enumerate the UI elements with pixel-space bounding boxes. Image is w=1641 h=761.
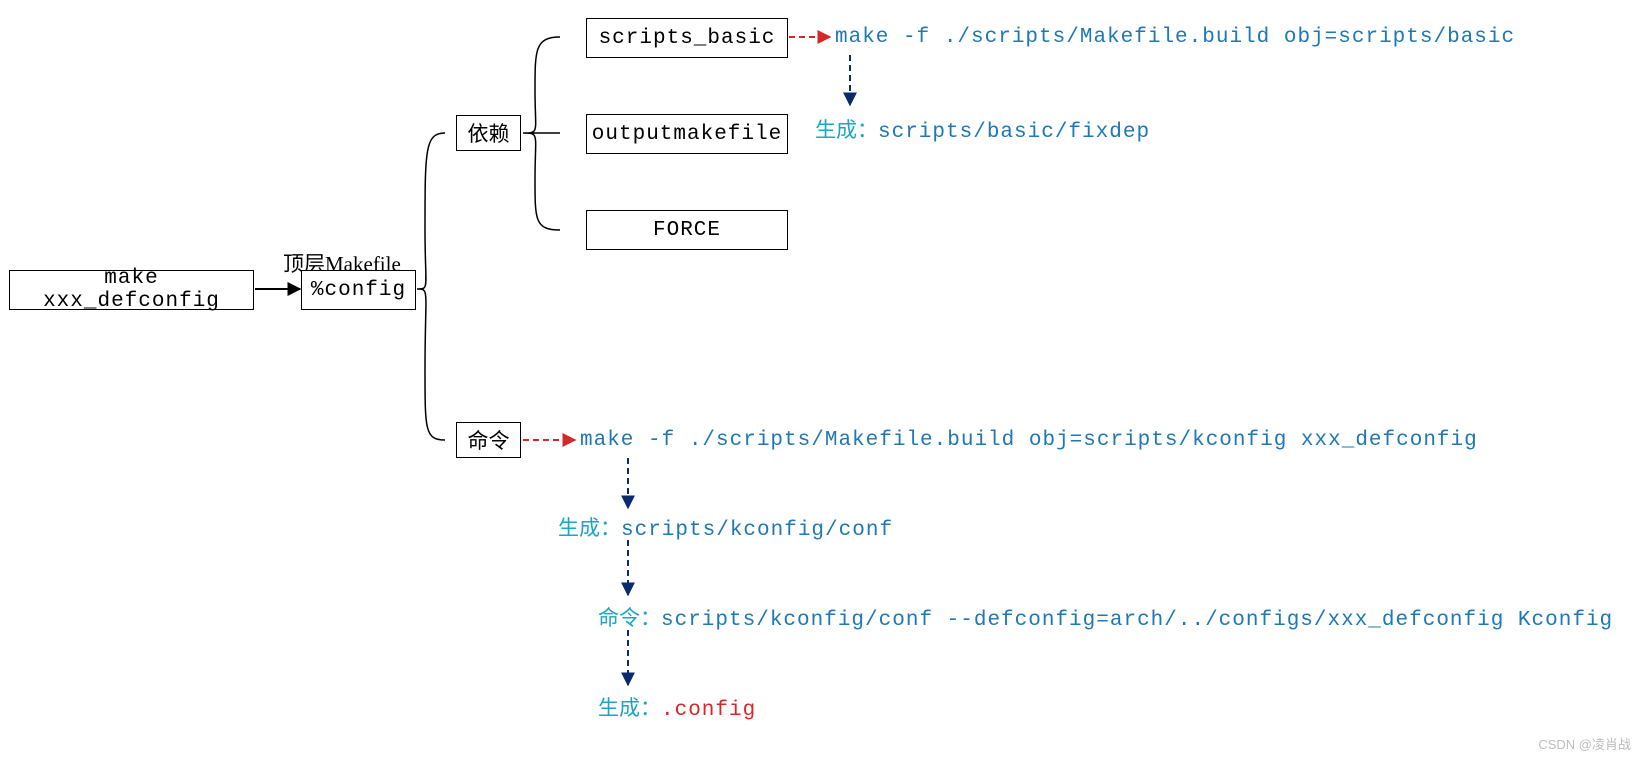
text-gen-fixdep-prefix: 生成：	[815, 118, 878, 142]
node-depend: 依赖	[456, 115, 521, 151]
text-cmd-conf-prefix: 命令：	[598, 606, 661, 630]
text-cmd-conf: 命令：scripts/kconfig/conf --defconfig=arch…	[598, 602, 1613, 632]
node-outputmakefile: outputmakefile	[586, 114, 788, 154]
watermark: CSDN @凌肖战	[1538, 734, 1631, 753]
text-make-kconfig: make -f ./scripts/Makefile.build obj=scr…	[580, 429, 1478, 452]
node-config: %config	[301, 270, 416, 310]
text-gen-fixdep: 生成：scripts/basic/fixdep	[815, 114, 1150, 144]
text-gen-config: 生成：.config	[598, 692, 756, 722]
node-force: FORCE	[586, 210, 788, 250]
text-gen-config-prefix: 生成：	[598, 696, 661, 720]
text-gen-conf: 生成：scripts/kconfig/conf	[558, 512, 893, 542]
text-gen-config-value: .config	[661, 699, 756, 722]
text-gen-conf-value: scripts/kconfig/conf	[621, 519, 893, 542]
text-gen-fixdep-value: scripts/basic/fixdep	[878, 121, 1150, 144]
node-scripts-basic: scripts_basic	[586, 18, 788, 58]
text-make-scripts-basic: make -f ./scripts/Makefile.build obj=scr…	[835, 26, 1515, 49]
text-cmd-conf-value: scripts/kconfig/conf --defconfig=arch/..…	[661, 609, 1613, 632]
text-gen-conf-prefix: 生成：	[558, 516, 621, 540]
node-make-defconfig: make xxx_defconfig	[9, 270, 254, 310]
node-command: 命令	[456, 422, 521, 458]
